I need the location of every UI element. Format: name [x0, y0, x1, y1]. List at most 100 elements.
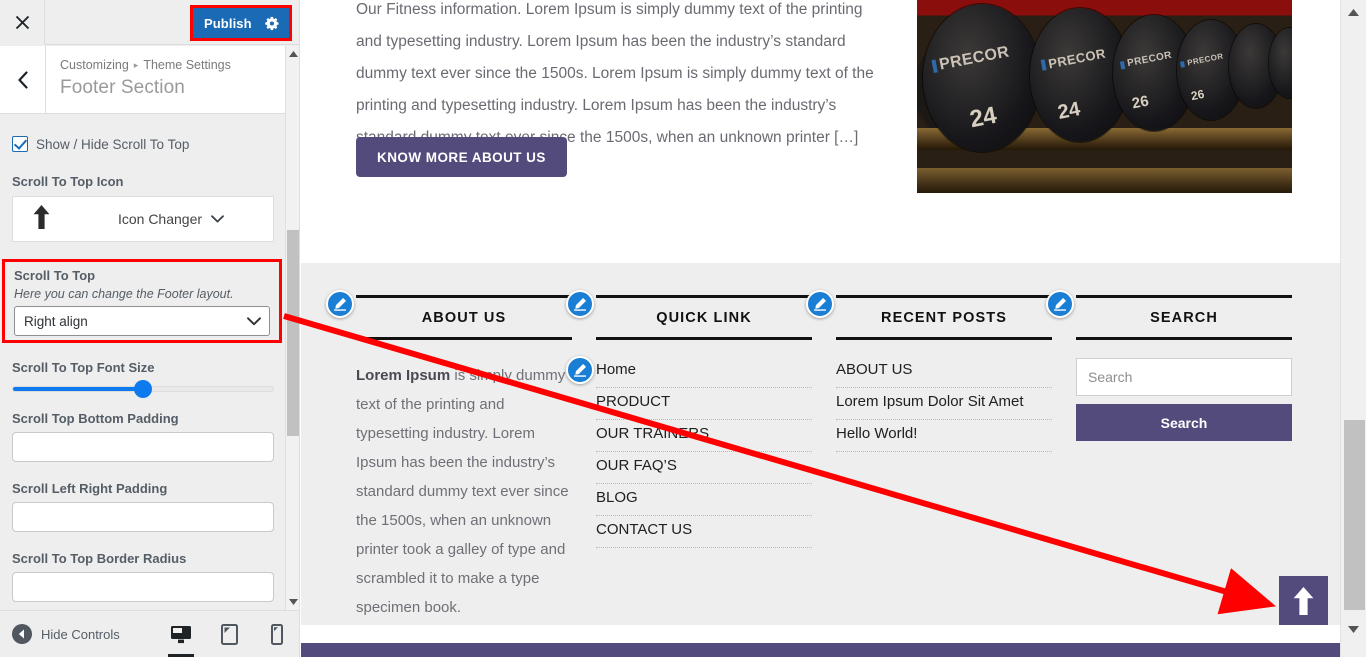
scroll-down-arrow-icon[interactable] — [1341, 619, 1366, 639]
border-radius-label: Scroll To Top Border Radius — [12, 551, 187, 566]
customizer-controls: Show / Hide Scroll To Top Scroll To Top … — [0, 115, 286, 610]
font-size-slider[interactable] — [12, 380, 274, 398]
desktop-preview-button[interactable] — [168, 612, 194, 657]
about-paragraph: Our Fitness information. Lorem Ipsum is … — [356, 1, 874, 146]
pencil-edit-icon — [1054, 297, 1067, 311]
arrow-up-icon — [1293, 586, 1314, 615]
scroll-down-arrow-icon[interactable] — [286, 594, 299, 610]
list-item[interactable]: Hello World! — [836, 420, 1052, 452]
edit-widget-pin-quick-link[interactable] — [566, 290, 594, 318]
publish-highlight-box: Publish — [190, 5, 292, 41]
scroll-to-top-layout-value: Right align — [24, 313, 88, 329]
edit-widget-pin-about-text[interactable] — [566, 356, 594, 384]
collapse-left-icon — [12, 624, 32, 644]
border-radius-control: Scroll To Top Border Radius — [0, 551, 286, 602]
recent-posts-list: ABOUT US Lorem Ipsum Dolor Sit Amet Hell… — [836, 356, 1052, 452]
icon-changer-label: Icon Changer — [117, 211, 203, 227]
footer-column-title: SEARCH — [1150, 309, 1218, 326]
list-item[interactable]: ABOUT US — [836, 356, 1052, 388]
slider-fill — [13, 387, 143, 391]
list-item[interactable]: CONTACT US — [596, 516, 812, 548]
dumbbell-weight-number: 24 — [1056, 98, 1083, 124]
slider-thumb[interactable] — [134, 380, 152, 398]
list-item[interactable]: Lorem Ipsum Dolor Sit Amet — [836, 388, 1052, 420]
border-radius-input[interactable] — [12, 572, 274, 602]
tablet-preview-button[interactable] — [216, 612, 242, 657]
preview-top-section: Our Fitness information. Lorem Ipsum is … — [301, 0, 1366, 263]
show-hide-scroll-to-top-checkbox[interactable]: Show / Hide Scroll To Top — [0, 136, 286, 152]
arrow-up-icon — [13, 205, 69, 233]
page-title: Footer Section — [60, 77, 185, 98]
know-more-about-us-button[interactable]: KNOW MORE ABOUT US — [356, 137, 567, 177]
footer-widgets-area: ABOUT US Lorem Ipsum is simply dummy tex… — [301, 263, 1366, 625]
about-us-body: is simply dummy text of the printing and… — [356, 367, 569, 616]
preview-scrollbar[interactable] — [1340, 0, 1366, 657]
bottom-padding-label: Scroll Top Bottom Padding — [12, 411, 179, 426]
scroll-to-top-layout-select[interactable]: Right align — [14, 306, 270, 336]
publish-label: Publish — [204, 15, 252, 31]
gear-icon[interactable] — [265, 16, 280, 31]
scroll-up-arrow-icon[interactable] — [1341, 2, 1366, 22]
scroll-to-top-icon-control: Scroll To Top Icon — [0, 174, 286, 189]
device-preview-buttons — [168, 611, 290, 657]
wp-customizer-sidebar: Publish Customizing ▸ Theme Settings Foo… — [0, 0, 300, 657]
icon-changer-button[interactable]: Icon Changer — [12, 196, 274, 242]
footer-column-about-us: ABOUT US Lorem Ipsum is simply dummy tex… — [356, 295, 572, 622]
left-right-padding-input[interactable] — [12, 502, 274, 532]
scroll-to-top-group-description: Here you can change the Footer layout. — [14, 287, 234, 301]
list-item[interactable]: OUR FAQ’S — [596, 452, 812, 484]
back-button[interactable] — [0, 46, 46, 113]
rack-bar-lower — [917, 168, 1292, 193]
close-customizer-button[interactable] — [0, 0, 45, 45]
close-icon — [15, 15, 29, 30]
left-right-padding-label: Scroll Left Right Padding — [12, 481, 168, 496]
edit-widget-pin-search[interactable] — [1046, 290, 1074, 318]
preview-scrollbar-thumb[interactable] — [1344, 420, 1365, 610]
breadcrumb-parent[interactable]: Theme Settings — [143, 58, 231, 72]
breadcrumb-separator-icon: ▸ — [133, 59, 139, 70]
dumbbell-weight-number: 26 — [1189, 86, 1206, 104]
left-right-padding-control: Scroll Left Right Padding — [0, 481, 286, 532]
search-button[interactable]: Search — [1076, 404, 1292, 441]
pencil-edit-icon — [574, 297, 587, 311]
footer-column-heading: ABOUT US — [356, 295, 572, 340]
footer-column-heading: SEARCH — [1076, 295, 1292, 340]
mobile-icon — [271, 624, 283, 645]
checkbox-box[interactable] — [12, 136, 28, 152]
hide-controls-button[interactable]: Hide Controls — [12, 624, 120, 644]
scroll-to-top-button[interactable] — [1279, 576, 1328, 625]
chevron-left-icon — [17, 70, 28, 89]
list-item[interactable]: Home — [596, 356, 812, 388]
dumbbell-weight-number: 24 — [967, 101, 999, 134]
list-item[interactable]: PRODUCT — [596, 388, 812, 420]
customizer-header: Publish — [0, 0, 299, 45]
breadcrumb: Customizing ▸ Theme Settings Footer Sect… — [60, 58, 231, 99]
mobile-preview-button[interactable] — [264, 612, 290, 657]
customizer-panel-header: Customizing ▸ Theme Settings Footer Sect… — [0, 46, 286, 114]
edit-widget-pin-recent-posts[interactable] — [806, 290, 834, 318]
footer-column-heading: QUICK LINK — [596, 295, 812, 340]
search-input[interactable] — [1076, 358, 1292, 396]
sidebar-scrollbar[interactable] — [285, 46, 299, 610]
icon-changer-label-wrap: Icon Changer — [69, 211, 273, 227]
footer-column-heading: RECENT POSTS — [836, 295, 1052, 340]
bottom-padding-input[interactable] — [12, 432, 274, 462]
breadcrumb-root[interactable]: Customizing — [60, 58, 129, 72]
about-us-text: Lorem Ipsum is simply dummy text of the … — [356, 361, 572, 622]
footer-column-title: ABOUT US — [421, 309, 507, 326]
tablet-icon — [220, 624, 238, 645]
scroll-to-top-icon-label: Scroll To Top Icon — [12, 174, 124, 189]
quick-link-list: Home PRODUCT OUR TRAINERS OUR FAQ’S BLOG… — [596, 356, 812, 548]
sidebar-scrollbar-thumb[interactable] — [287, 230, 299, 436]
scroll-to-top-group-title: Scroll To Top — [14, 268, 96, 283]
list-item[interactable]: OUR TRAINERS — [596, 420, 812, 452]
footer-column-title: RECENT POSTS — [881, 309, 1007, 326]
edit-widget-pin-about-us[interactable] — [326, 290, 354, 318]
scroll-up-arrow-icon[interactable] — [286, 46, 299, 62]
font-size-label: Scroll To Top Font Size — [12, 360, 155, 375]
footer-column-recent-posts: RECENT POSTS ABOUT US Lorem Ipsum Dolor … — [836, 295, 1052, 452]
list-item[interactable]: BLOG — [596, 484, 812, 516]
publish-button[interactable]: Publish — [193, 8, 289, 38]
pencil-edit-icon — [814, 297, 827, 311]
show-hide-scroll-to-top-label: Show / Hide Scroll To Top — [36, 136, 190, 152]
